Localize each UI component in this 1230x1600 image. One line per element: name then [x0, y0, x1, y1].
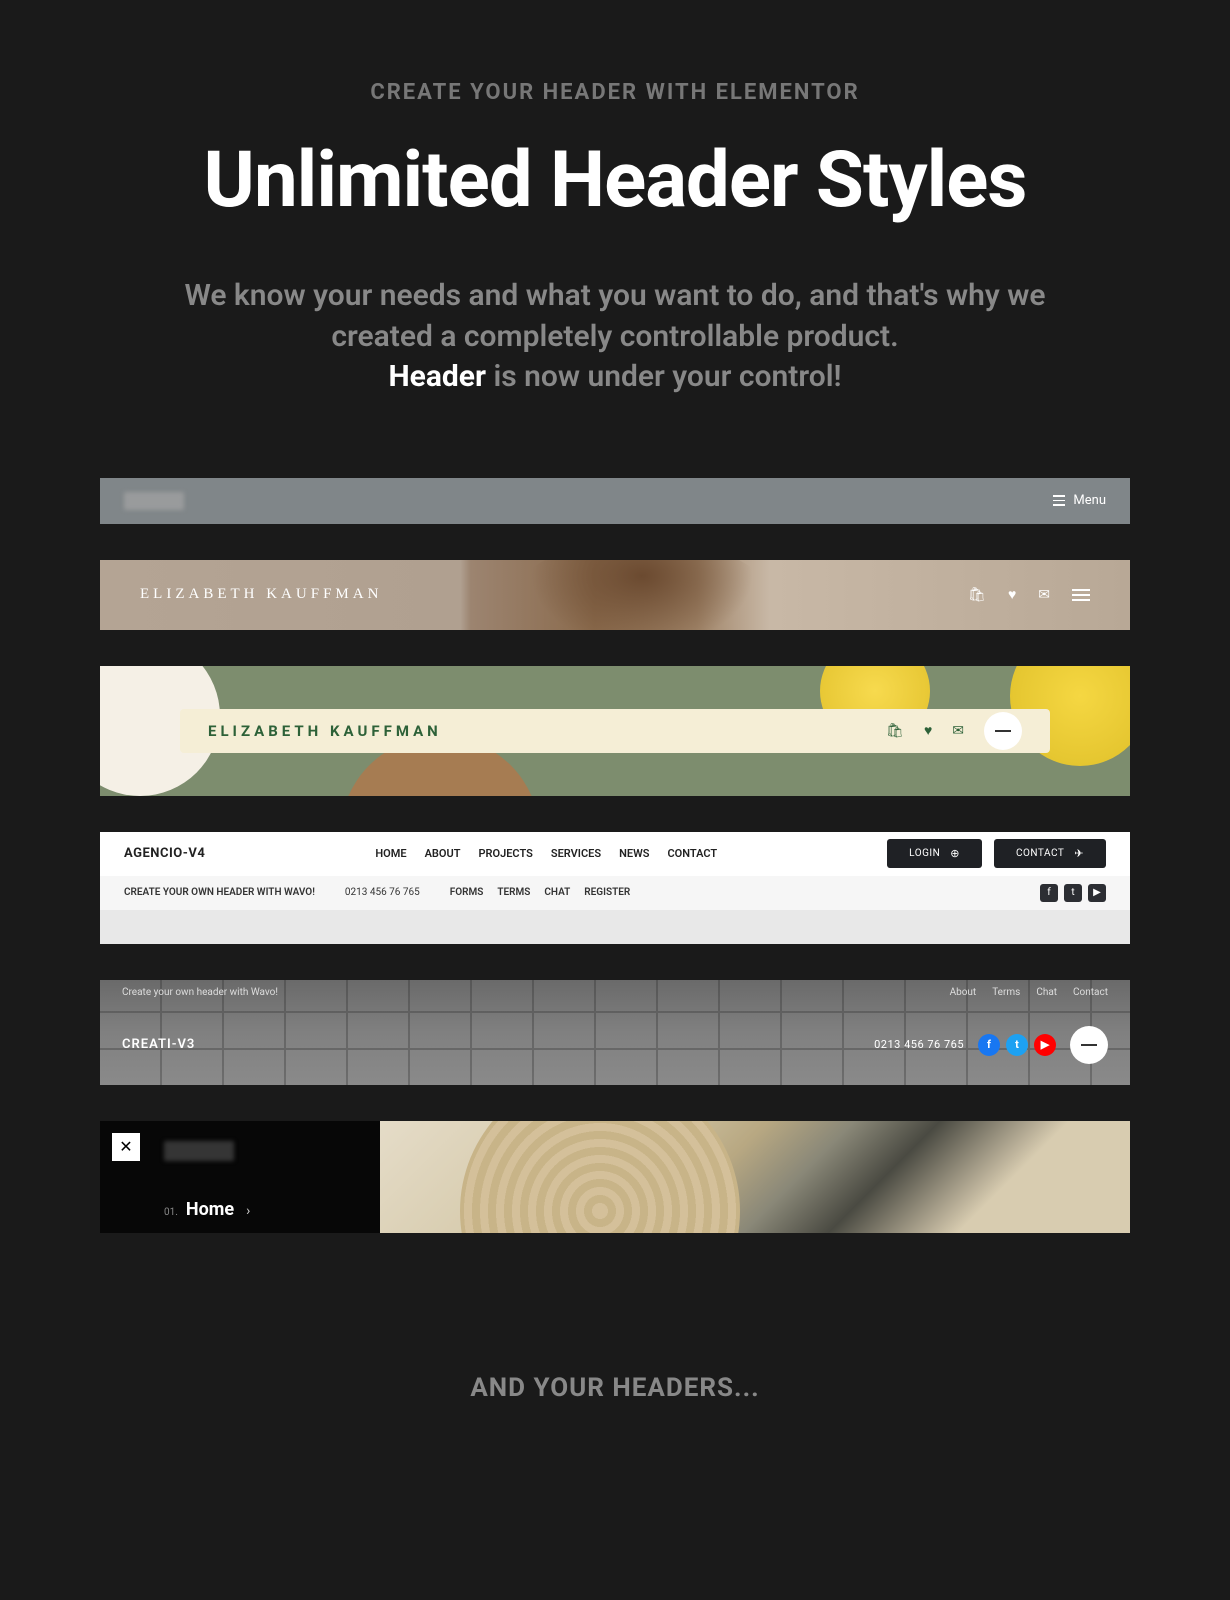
brand-name: ELIZABETH KAUFFMAN — [140, 586, 382, 603]
logo-placeholder — [164, 1141, 234, 1161]
user-icon: ⊕ — [950, 847, 960, 860]
brand-name: CREATI-V3 — [122, 1037, 195, 1052]
nav-link[interactable]: PROJECTS — [478, 847, 532, 860]
desc-line-2: is now under your control! — [486, 359, 842, 394]
close-button[interactable]: ✕ — [112, 1133, 140, 1161]
desc-line-1: We know your needs and what you want to … — [184, 278, 1045, 354]
login-button[interactable]: LOGIN ⊕ — [887, 839, 982, 868]
nav-link[interactable]: SERVICES — [551, 847, 601, 860]
sub-link[interactable]: FORMS — [450, 887, 484, 898]
heart-icon[interactable]: ♥ — [1008, 586, 1016, 603]
youtube-icon[interactable]: ▶ — [1034, 1034, 1056, 1056]
sub-phone: 0213 456 76 765 — [345, 887, 420, 898]
header-example-2: ELIZABETH KAUFFMAN 🛍 ♥ ✉ — [100, 560, 1130, 630]
twitter-icon[interactable]: t — [1064, 884, 1082, 902]
menu-item-number: 01. — [164, 1207, 178, 1218]
sub-tagline: CREATE YOUR OWN HEADER WITH WAVO! — [124, 887, 315, 898]
nav-link[interactable]: CONTACT — [667, 847, 717, 860]
header-examples: Menu ELIZABETH KAUFFMAN 🛍 ♥ ✉ ELIZABETH … — [100, 478, 1130, 1233]
eyebrow: CREATE YOUR HEADER WITH ELEMENTOR — [100, 80, 1130, 105]
close-icon: ✕ — [119, 1137, 132, 1156]
hamburger-icon — [995, 730, 1011, 732]
top-link[interactable]: Contact — [1073, 987, 1108, 998]
page-title: Unlimited Header Styles — [100, 135, 1130, 226]
top-link[interactable]: About — [950, 987, 977, 998]
brand-name: ELIZABETH KAUFFMAN — [208, 722, 442, 740]
brand-name: AGENCIO-V4 — [124, 846, 205, 861]
bag-icon[interactable]: 🛍 — [886, 723, 904, 739]
header-example-4: AGENCIO-V4 HOME ABOUT PROJECTS SERVICES … — [100, 832, 1130, 944]
menu-item-label: Home — [186, 1199, 234, 1220]
nav-menu: HOME ABOUT PROJECTS SERVICES NEWS CONTAC… — [375, 847, 717, 860]
mail-icon[interactable]: ✉ — [1038, 587, 1050, 603]
hamburger-icon — [1081, 1044, 1097, 1046]
header-example-5: Create your own header with Wavo! About … — [100, 980, 1130, 1085]
nav-link[interactable]: HOME — [375, 847, 406, 860]
header-example-1: Menu — [100, 478, 1130, 524]
facebook-icon[interactable]: f — [1040, 884, 1058, 902]
login-label: LOGIN — [909, 848, 940, 859]
description: We know your needs and what you want to … — [135, 276, 1095, 398]
hero-photo — [380, 1121, 1130, 1233]
chevron-right-icon: › — [246, 1203, 250, 1219]
menu-button[interactable] — [1070, 1026, 1108, 1064]
nav-link[interactable]: NEWS — [619, 847, 649, 860]
hamburger-icon — [1053, 495, 1065, 506]
nav-link[interactable]: ABOUT — [425, 847, 461, 860]
facebook-icon[interactable]: f — [978, 1034, 1000, 1056]
menu-label: Menu — [1073, 493, 1106, 508]
desc-bold: Header — [388, 359, 486, 394]
sub-link[interactable]: TERMS — [497, 887, 530, 898]
contact-button[interactable]: CONTACT ✈ — [994, 839, 1106, 868]
send-icon: ✈ — [1074, 847, 1084, 860]
contact-label: CONTACT — [1016, 848, 1064, 859]
header-example-6: ✕ 01. Home › — [100, 1121, 1130, 1233]
bag-icon[interactable]: 🛍 — [968, 587, 986, 603]
footer-text: AND YOUR HEADERS... — [100, 1373, 1130, 1403]
mail-icon[interactable]: ✉ — [952, 723, 964, 739]
menu-button[interactable]: Menu — [1053, 493, 1106, 508]
menu-item-home[interactable]: 01. Home › — [164, 1199, 356, 1220]
header-example-3: ELIZABETH KAUFFMAN 🛍 ♥ ✉ — [100, 666, 1130, 796]
sub-link[interactable]: REGISTER — [584, 887, 630, 898]
phone-number: 0213 456 76 765 — [874, 1038, 964, 1051]
menu-button[interactable] — [984, 712, 1022, 750]
youtube-icon[interactable]: ▶ — [1088, 884, 1106, 902]
twitter-icon[interactable]: t — [1006, 1034, 1028, 1056]
sub-link[interactable]: CHAT — [544, 887, 570, 898]
top-link[interactable]: Terms — [992, 987, 1020, 998]
top-link[interactable]: Chat — [1036, 987, 1057, 998]
top-tagline: Create your own header with Wavo! — [122, 987, 278, 998]
hamburger-icon[interactable] — [1072, 589, 1090, 601]
logo-placeholder — [124, 492, 184, 510]
heart-icon[interactable]: ♥ — [924, 722, 932, 739]
